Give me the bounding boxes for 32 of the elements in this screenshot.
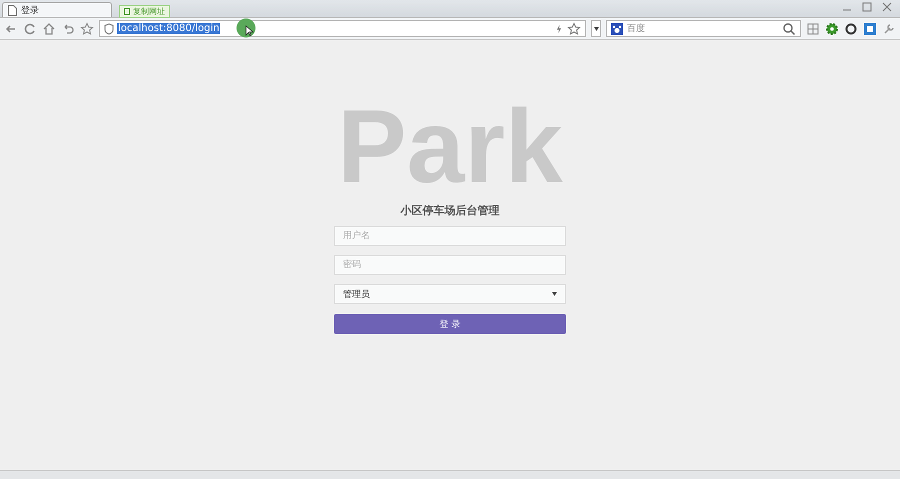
caret-icon <box>594 26 598 30</box>
star-icon[interactable] <box>567 22 581 36</box>
paw-icon <box>611 22 623 34</box>
login-title: 小区停车场后台管理 <box>400 203 500 218</box>
close-icon[interactable] <box>880 0 894 14</box>
role-select[interactable]: 管理员 <box>334 284 566 304</box>
dropdown-button[interactable] <box>591 20 601 37</box>
refresh-icon[interactable] <box>23 22 37 36</box>
ring-icon[interactable] <box>844 22 858 36</box>
copy-icon <box>124 8 131 16</box>
tooltip: 复制网址 <box>119 5 170 18</box>
wrench-icon[interactable] <box>882 22 896 36</box>
url-text: localhost:8080/login <box>117 23 220 34</box>
login-button[interactable]: 登 录 <box>334 314 566 334</box>
square-icon[interactable] <box>863 22 877 36</box>
star-icon[interactable] <box>80 22 94 36</box>
tab-title: 登录 <box>21 4 39 16</box>
grid-icon[interactable] <box>806 22 820 36</box>
password-field[interactable]: 密码 <box>334 255 566 275</box>
address-bar[interactable]: localhost:8080/login <box>99 20 586 37</box>
maximize-icon[interactable] <box>860 0 874 14</box>
page-icon <box>8 4 17 16</box>
home-icon[interactable] <box>42 22 56 36</box>
username-field[interactable]: 用户名 <box>334 226 566 246</box>
browser-tab[interactable]: 登录 <box>2 2 112 17</box>
gear-icon[interactable] <box>825 22 839 36</box>
caret-icon <box>552 292 557 296</box>
search-icon[interactable] <box>782 22 796 36</box>
search-field[interactable]: 百度 <box>606 20 801 37</box>
cursor-icon <box>236 18 256 38</box>
shield-icon <box>104 22 114 34</box>
search-engine-name: 百度 <box>627 22 645 35</box>
